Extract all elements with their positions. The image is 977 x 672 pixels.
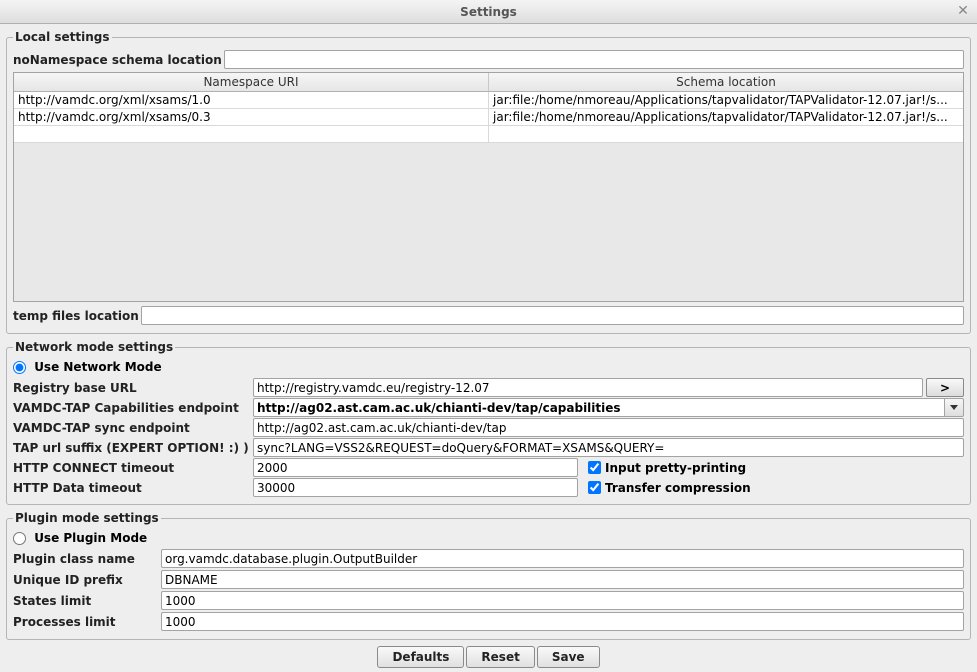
states-input[interactable] xyxy=(161,591,964,610)
use-plugin-mode-radio[interactable] xyxy=(13,532,26,545)
col-schema-location[interactable]: Schema location xyxy=(489,73,963,91)
prefix-input[interactable] xyxy=(161,570,964,589)
data-timeout-label: HTTP Data timeout xyxy=(13,481,253,495)
cap-combo[interactable] xyxy=(253,398,964,417)
states-label: States limit xyxy=(13,594,161,608)
network-legend: Network mode settings xyxy=(13,340,175,354)
proc-label: Processes limit xyxy=(13,615,161,629)
content: Local settings noNamespace schema locati… xyxy=(0,24,977,672)
button-bar: Defaults Reset Save xyxy=(6,646,971,668)
cell-loc[interactable]: jar:file:/home/nmoreau/Applications/tapv… xyxy=(489,92,963,108)
temp-input[interactable] xyxy=(141,306,964,325)
suffix-label: TAP url suffix (EXPERT OPTION! :) ) xyxy=(13,441,253,455)
cell-loc[interactable]: jar:file:/home/nmoreau/Applications/tapv… xyxy=(489,109,963,125)
save-button[interactable]: Save xyxy=(537,646,600,668)
local-settings-group: Local settings noNamespace schema locati… xyxy=(6,30,971,334)
use-plugin-mode-radio-label[interactable]: Use Plugin Mode xyxy=(13,531,147,545)
plugin-class-input[interactable] xyxy=(161,549,964,568)
cell-loc-empty[interactable] xyxy=(489,126,963,142)
close-icon[interactable]: ✕ xyxy=(955,3,971,19)
titlebar: Settings ✕ xyxy=(0,0,977,24)
plugin-settings-group: Plugin mode settings Use Plugin Mode Plu… xyxy=(6,511,971,640)
plugin-legend: Plugin mode settings xyxy=(13,511,161,525)
registry-input[interactable] xyxy=(253,378,923,397)
table-row-empty[interactable] xyxy=(14,126,963,143)
connect-input[interactable] xyxy=(253,458,578,477)
reset-button[interactable]: Reset xyxy=(466,646,534,668)
compress-label: Transfer compression xyxy=(605,481,751,495)
use-network-mode-radio-label[interactable]: Use Network Mode xyxy=(13,360,162,374)
cell-ns[interactable]: http://vamdc.org/xml/xsams/0.3 xyxy=(14,109,489,125)
temp-label: temp files location xyxy=(13,309,139,323)
table-row[interactable]: http://vamdc.org/xml/xsams/0.3 jar:file:… xyxy=(14,109,963,126)
data-timeout-input[interactable] xyxy=(253,478,578,497)
plugin-class-label: Plugin class name xyxy=(13,552,161,566)
nons-input[interactable] xyxy=(224,50,964,69)
use-network-mode-radio[interactable] xyxy=(13,361,26,374)
connect-label: HTTP CONNECT timeout xyxy=(13,461,253,475)
sync-input[interactable] xyxy=(253,418,964,437)
cap-label: VAMDC-TAP Capabilities endpoint xyxy=(13,401,253,415)
proc-input[interactable] xyxy=(161,612,964,631)
sync-label: VAMDC-TAP sync endpoint xyxy=(13,421,253,435)
cap-input[interactable] xyxy=(253,398,944,417)
pretty-print-checkbox[interactable] xyxy=(588,461,601,474)
registry-label: Registry base URL xyxy=(13,381,253,395)
pretty-print-label: Input pretty-printing xyxy=(605,461,746,475)
schema-table: Namespace URI Schema location http://vam… xyxy=(13,72,964,302)
network-settings-group: Network mode settings Use Network Mode R… xyxy=(6,340,971,505)
schema-table-body: http://vamdc.org/xml/xsams/1.0 jar:file:… xyxy=(14,92,963,301)
nons-label: noNamespace schema location xyxy=(13,53,222,67)
table-row[interactable]: http://vamdc.org/xml/xsams/1.0 jar:file:… xyxy=(14,92,963,109)
cell-ns-empty[interactable] xyxy=(14,126,489,142)
prefix-label: Unique ID prefix xyxy=(13,573,161,587)
local-legend: Local settings xyxy=(13,30,112,44)
registry-go-button[interactable]: > xyxy=(926,378,964,397)
chevron-down-icon[interactable] xyxy=(944,398,964,417)
window-title: Settings xyxy=(460,5,517,19)
schema-table-header: Namespace URI Schema location xyxy=(14,73,963,92)
col-namespace-uri[interactable]: Namespace URI xyxy=(14,73,489,91)
defaults-button[interactable]: Defaults xyxy=(377,646,464,668)
compress-checkbox[interactable] xyxy=(588,481,601,494)
cell-ns[interactable]: http://vamdc.org/xml/xsams/1.0 xyxy=(14,92,489,108)
suffix-input[interactable] xyxy=(253,438,964,457)
